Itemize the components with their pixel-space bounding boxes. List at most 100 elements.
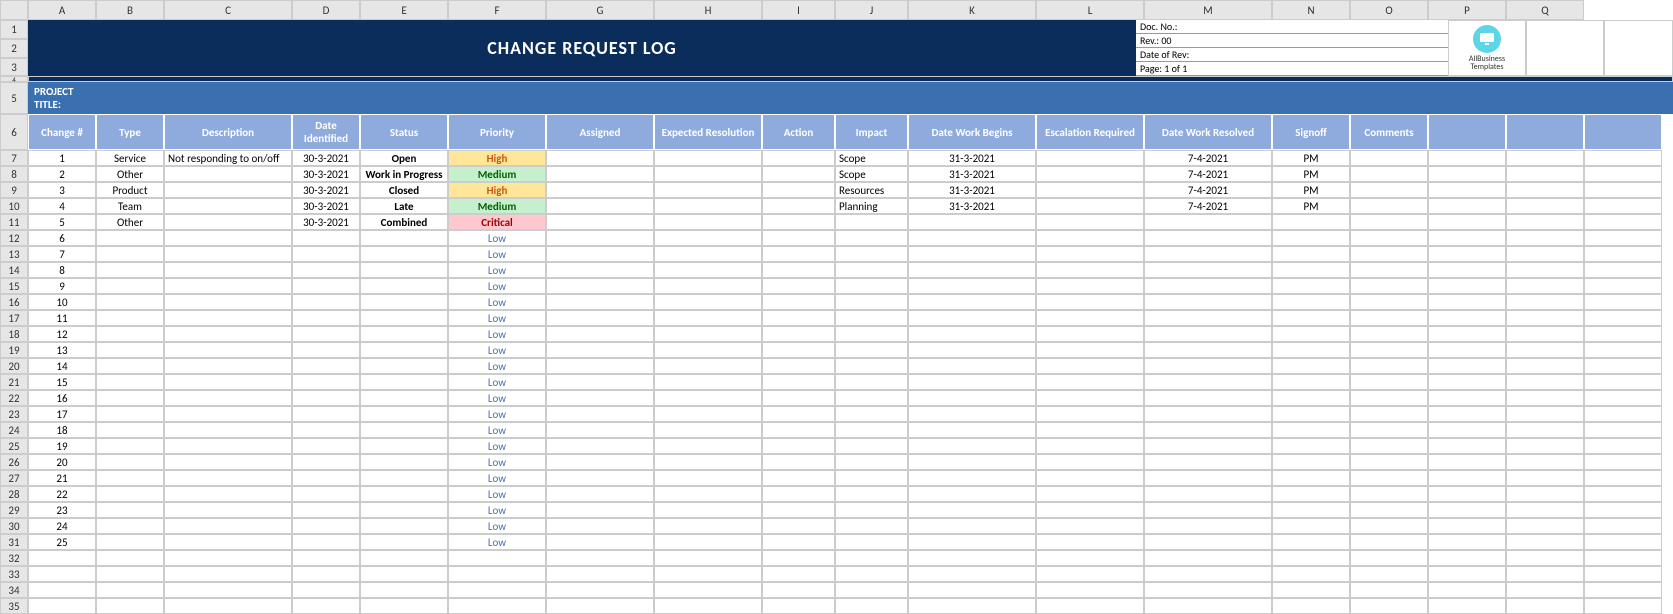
cell[interactable] — [762, 406, 835, 422]
cell[interactable] — [762, 214, 835, 230]
cell[interactable] — [1144, 406, 1272, 422]
cell[interactable] — [1506, 230, 1584, 246]
hdr-impact[interactable]: Impact — [835, 114, 908, 150]
cell[interactable] — [1584, 470, 1662, 486]
cell[interactable] — [1428, 358, 1506, 374]
cell[interactable] — [1036, 438, 1144, 454]
cell[interactable] — [1584, 278, 1662, 294]
cell[interactable] — [1350, 198, 1428, 214]
row-hdr-9[interactable]: 9 — [0, 182, 28, 198]
cell[interactable] — [1350, 262, 1428, 278]
cell[interactable] — [1144, 438, 1272, 454]
cell[interactable] — [1144, 390, 1272, 406]
cell[interactable]: 12 — [28, 326, 96, 342]
cell[interactable] — [654, 278, 762, 294]
cell[interactable] — [654, 294, 762, 310]
cell[interactable]: Critical — [448, 214, 546, 230]
cell[interactable] — [1584, 566, 1662, 582]
cell[interactable] — [1350, 582, 1428, 598]
cell[interactable] — [1144, 470, 1272, 486]
cell[interactable]: Scope — [835, 166, 908, 182]
cell[interactable] — [360, 246, 448, 262]
cell[interactable]: 30-3-2021 — [292, 198, 360, 214]
cell[interactable] — [654, 198, 762, 214]
cell[interactable] — [1584, 422, 1662, 438]
cell[interactable] — [360, 374, 448, 390]
cell[interactable] — [908, 502, 1036, 518]
cell[interactable] — [96, 502, 164, 518]
cell[interactable] — [1350, 598, 1428, 614]
cell[interactable] — [1036, 310, 1144, 326]
cell[interactable] — [1506, 518, 1584, 534]
cell[interactable] — [1144, 550, 1272, 566]
cell[interactable] — [908, 454, 1036, 470]
cell[interactable] — [1506, 166, 1584, 182]
cell[interactable]: Work in Progress — [360, 166, 448, 182]
cell[interactable]: 5 — [28, 214, 96, 230]
cell[interactable] — [1272, 422, 1350, 438]
col-hdr-D[interactable]: D — [292, 0, 360, 20]
cell[interactable]: Low — [448, 406, 546, 422]
cell[interactable] — [654, 166, 762, 182]
cell[interactable]: 11 — [28, 310, 96, 326]
cell[interactable] — [835, 326, 908, 342]
row-hdr-27[interactable]: 27 — [0, 470, 28, 486]
cell[interactable] — [654, 214, 762, 230]
hdr-date-identified[interactable]: Date Identified — [292, 114, 360, 150]
cell[interactable] — [835, 502, 908, 518]
cell[interactable] — [1272, 294, 1350, 310]
cell[interactable] — [96, 358, 164, 374]
cell[interactable] — [835, 342, 908, 358]
cell[interactable] — [96, 278, 164, 294]
cell[interactable] — [1428, 166, 1506, 182]
cell[interactable] — [164, 342, 292, 358]
cell[interactable] — [1272, 214, 1350, 230]
cell[interactable] — [762, 166, 835, 182]
cell[interactable] — [1350, 182, 1428, 198]
cell[interactable] — [1584, 454, 1662, 470]
cell[interactable] — [908, 390, 1036, 406]
cell[interactable]: PM — [1272, 150, 1350, 166]
cell[interactable] — [908, 534, 1036, 550]
cell[interactable] — [164, 358, 292, 374]
cell[interactable]: 31-3-2021 — [908, 166, 1036, 182]
cell[interactable] — [96, 518, 164, 534]
cell[interactable] — [546, 166, 654, 182]
cell[interactable] — [1036, 230, 1144, 246]
cell[interactable] — [908, 230, 1036, 246]
cell[interactable] — [762, 262, 835, 278]
cell[interactable] — [1144, 262, 1272, 278]
hdr-action[interactable]: Action — [762, 114, 835, 150]
cell[interactable] — [1428, 502, 1506, 518]
hdr-type[interactable]: Type — [96, 114, 164, 150]
cell[interactable] — [1036, 598, 1144, 614]
cell[interactable] — [1036, 534, 1144, 550]
cell[interactable] — [1428, 582, 1506, 598]
cell[interactable] — [292, 422, 360, 438]
cell[interactable] — [762, 422, 835, 438]
cell[interactable] — [292, 534, 360, 550]
cell[interactable] — [360, 230, 448, 246]
cell[interactable] — [1036, 326, 1144, 342]
hdr-status[interactable]: Status — [360, 114, 448, 150]
cell[interactable] — [762, 454, 835, 470]
cell[interactable] — [1584, 166, 1662, 182]
cell[interactable] — [1036, 262, 1144, 278]
cell[interactable] — [546, 406, 654, 422]
cell[interactable] — [1272, 374, 1350, 390]
cell[interactable] — [360, 422, 448, 438]
cell[interactable] — [1584, 246, 1662, 262]
cell[interactable] — [1350, 310, 1428, 326]
cell[interactable] — [1506, 310, 1584, 326]
cell[interactable]: Low — [448, 246, 546, 262]
row-hdr-12[interactable]: 12 — [0, 230, 28, 246]
cell[interactable] — [1584, 550, 1662, 566]
hdr-comments[interactable]: Comments — [1350, 114, 1428, 150]
cell[interactable] — [908, 550, 1036, 566]
cell[interactable]: 30-3-2021 — [292, 150, 360, 166]
cell[interactable] — [96, 246, 164, 262]
cell[interactable] — [762, 358, 835, 374]
cell[interactable]: Low — [448, 262, 546, 278]
cell[interactable]: Scope — [835, 150, 908, 166]
cell[interactable]: Low — [448, 502, 546, 518]
